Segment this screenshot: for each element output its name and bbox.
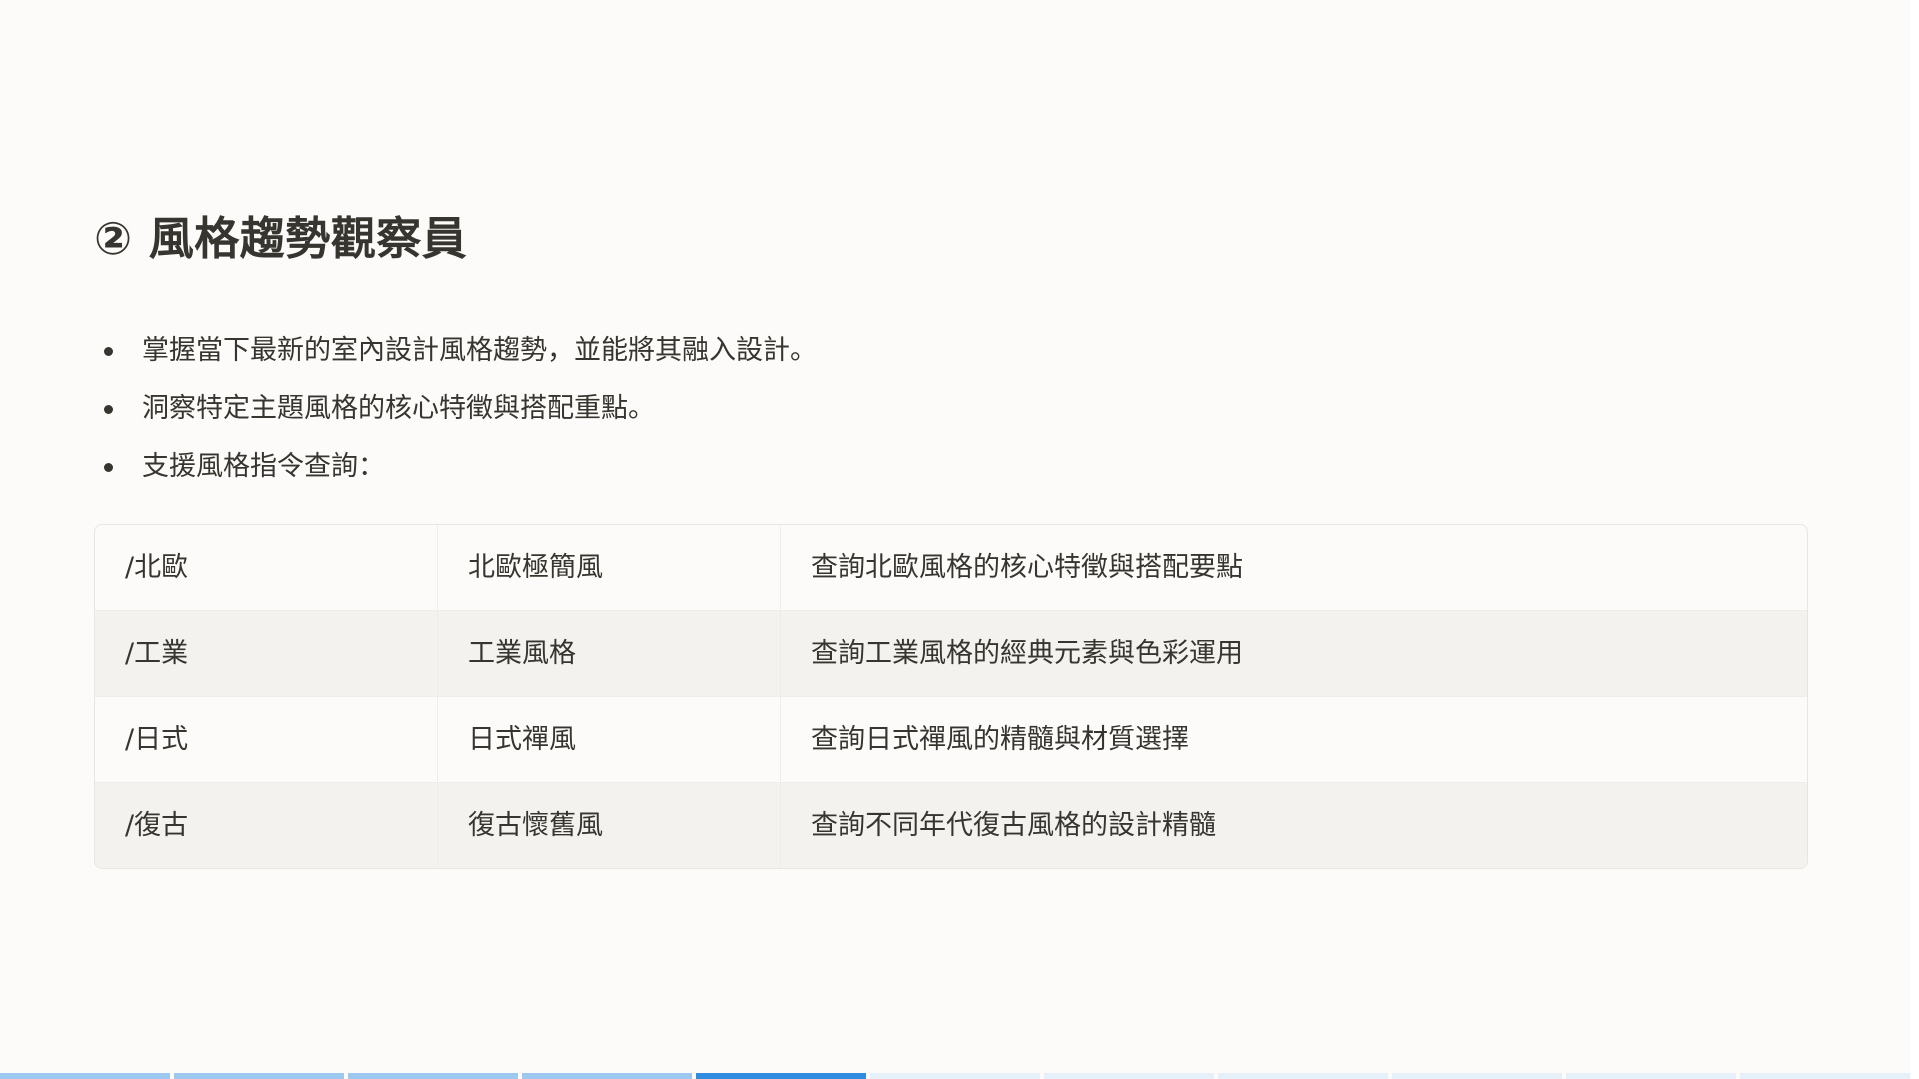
- style-cell: 日式禪風: [438, 697, 781, 782]
- command-cell: /工業: [95, 611, 438, 696]
- scrollbar[interactable]: [1910, 0, 1919, 1079]
- table-row: /北歐 北歐極簡風 查詢北歐風格的核心特徵與搭配要點: [95, 525, 1807, 610]
- bullet-item: 掌握當下最新的室內設計風格趨勢，並能將其融入設計。: [94, 322, 1394, 380]
- progress-segment[interactable]: [522, 1073, 692, 1079]
- bullet-dot-icon: [104, 463, 113, 472]
- slide-title: ② 風格趨勢觀察員: [94, 212, 468, 265]
- slide: ② 風格趨勢觀察員 掌握當下最新的室內設計風格趨勢，並能將其融入設計。 洞察特定…: [0, 0, 1910, 1079]
- style-cell: 復古懷舊風: [438, 783, 781, 868]
- bullet-item: 支援風格指令查詢：: [94, 438, 1394, 496]
- bullet-dot-icon: [104, 347, 113, 356]
- table-row: /日式 日式禪風 查詢日式禪風的精髓與材質選擇: [95, 696, 1807, 782]
- table-row: /工業 工業風格 查詢工業風格的經典元素與色彩運用: [95, 610, 1807, 696]
- progress-segment[interactable]: [1392, 1073, 1562, 1079]
- progress-segment[interactable]: [870, 1073, 1040, 1079]
- progress-segment[interactable]: [1566, 1073, 1736, 1079]
- bullet-item: 洞察特定主題風格的核心特徵與搭配重點。: [94, 380, 1394, 438]
- table-row: /復古 復古懷舊風 查詢不同年代復古風格的設計精髓: [95, 782, 1807, 868]
- command-cell: /日式: [95, 697, 438, 782]
- command-table: /北歐 北歐極簡風 查詢北歐風格的核心特徵與搭配要點 /工業 工業風格 查詢工業…: [94, 524, 1808, 869]
- progress-segment[interactable]: [174, 1073, 344, 1079]
- style-cell: 工業風格: [438, 611, 781, 696]
- bullet-text: 掌握當下最新的室內設計風格趨勢，並能將其融入設計。: [142, 335, 817, 366]
- command-cell: /復古: [95, 783, 438, 868]
- bullet-dot-icon: [104, 405, 113, 414]
- progress-segment[interactable]: [0, 1073, 170, 1079]
- description-cell: 查詢工業風格的經典元素與色彩運用: [811, 638, 1243, 669]
- progress-segment[interactable]: [1218, 1073, 1388, 1079]
- bullet-list: 掌握當下最新的室內設計風格趨勢，並能將其融入設計。 洞察特定主題風格的核心特徵與…: [94, 322, 1394, 496]
- slide-progress-bar: [0, 1073, 1919, 1079]
- command-cell: /北歐: [95, 525, 438, 610]
- progress-segment[interactable]: [696, 1073, 866, 1079]
- description-cell: 查詢日式禪風的精髓與材質選擇: [811, 724, 1189, 755]
- description-cell: 查詢不同年代復古風格的設計精髓: [811, 810, 1216, 841]
- bullet-text: 支援風格指令查詢：: [142, 451, 385, 482]
- bullet-text: 洞察特定主題風格的核心特徵與搭配重點。: [142, 393, 655, 424]
- description-cell: 查詢北歐風格的核心特徵與搭配要點: [811, 552, 1243, 583]
- progress-segment[interactable]: [1740, 1073, 1910, 1079]
- progress-segment[interactable]: [348, 1073, 518, 1079]
- style-cell: 北歐極簡風: [438, 525, 781, 610]
- progress-segment[interactable]: [1044, 1073, 1214, 1079]
